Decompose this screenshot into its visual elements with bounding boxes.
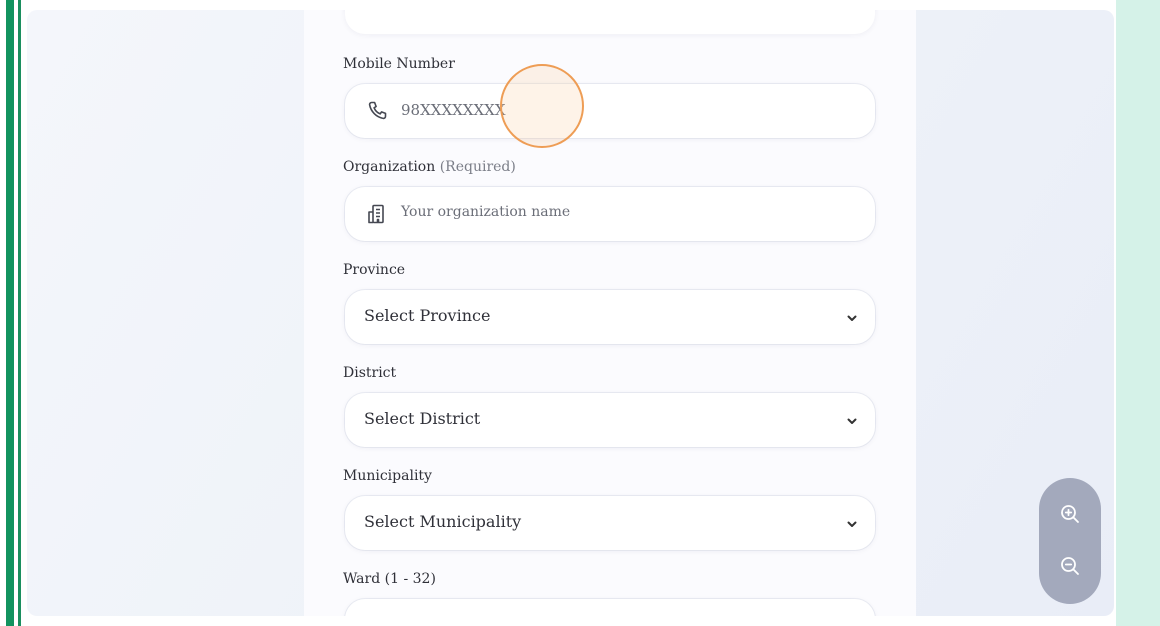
zoom-in-icon[interactable] [1058,502,1082,526]
chevron-down-icon [845,413,859,427]
ward-field[interactable] [345,599,875,616]
building-icon [365,202,389,226]
province-selected-value: Select Province [364,306,491,325]
organization-label-text: Organization [343,159,436,175]
municipality-select[interactable]: Select Municipality [345,496,875,550]
chevron-down-icon [845,516,859,530]
zoom-controls [1039,478,1101,604]
district-select[interactable]: Select District [345,393,875,447]
page-canvas: Mobile Number 98XXXXXXXX Organization (R… [27,10,1114,616]
previous-field-partial[interactable] [345,10,875,34]
left-accent-bar [6,0,14,626]
mobile-number-field[interactable]: 98XXXXXXXX [345,84,875,138]
organization-label: Organization (Required) [343,159,516,175]
municipality-label: Municipality [343,468,432,484]
province-label: Province [343,262,406,278]
mobile-number-label: Mobile Number [343,56,455,72]
zoom-out-icon[interactable] [1058,554,1082,578]
left-accent-line [18,0,21,626]
chevron-down-icon [845,310,859,324]
required-hint: (Required) [439,159,516,175]
click-indicator [500,64,584,148]
district-label: District [343,365,397,381]
phone-icon [365,99,389,123]
mobile-number-input[interactable]: 98XXXXXXXX [401,101,506,119]
district-selected-value: Select District [364,409,481,428]
right-side-panel [1116,0,1160,626]
province-select[interactable]: Select Province [345,290,875,344]
organization-input[interactable]: Your organization name [401,204,570,220]
registration-form: Mobile Number 98XXXXXXXX Organization (R… [304,10,916,616]
ward-label: Ward (1 - 32) [343,571,436,587]
municipality-selected-value: Select Municipality [364,512,522,531]
organization-field[interactable]: Your organization name [345,187,875,241]
